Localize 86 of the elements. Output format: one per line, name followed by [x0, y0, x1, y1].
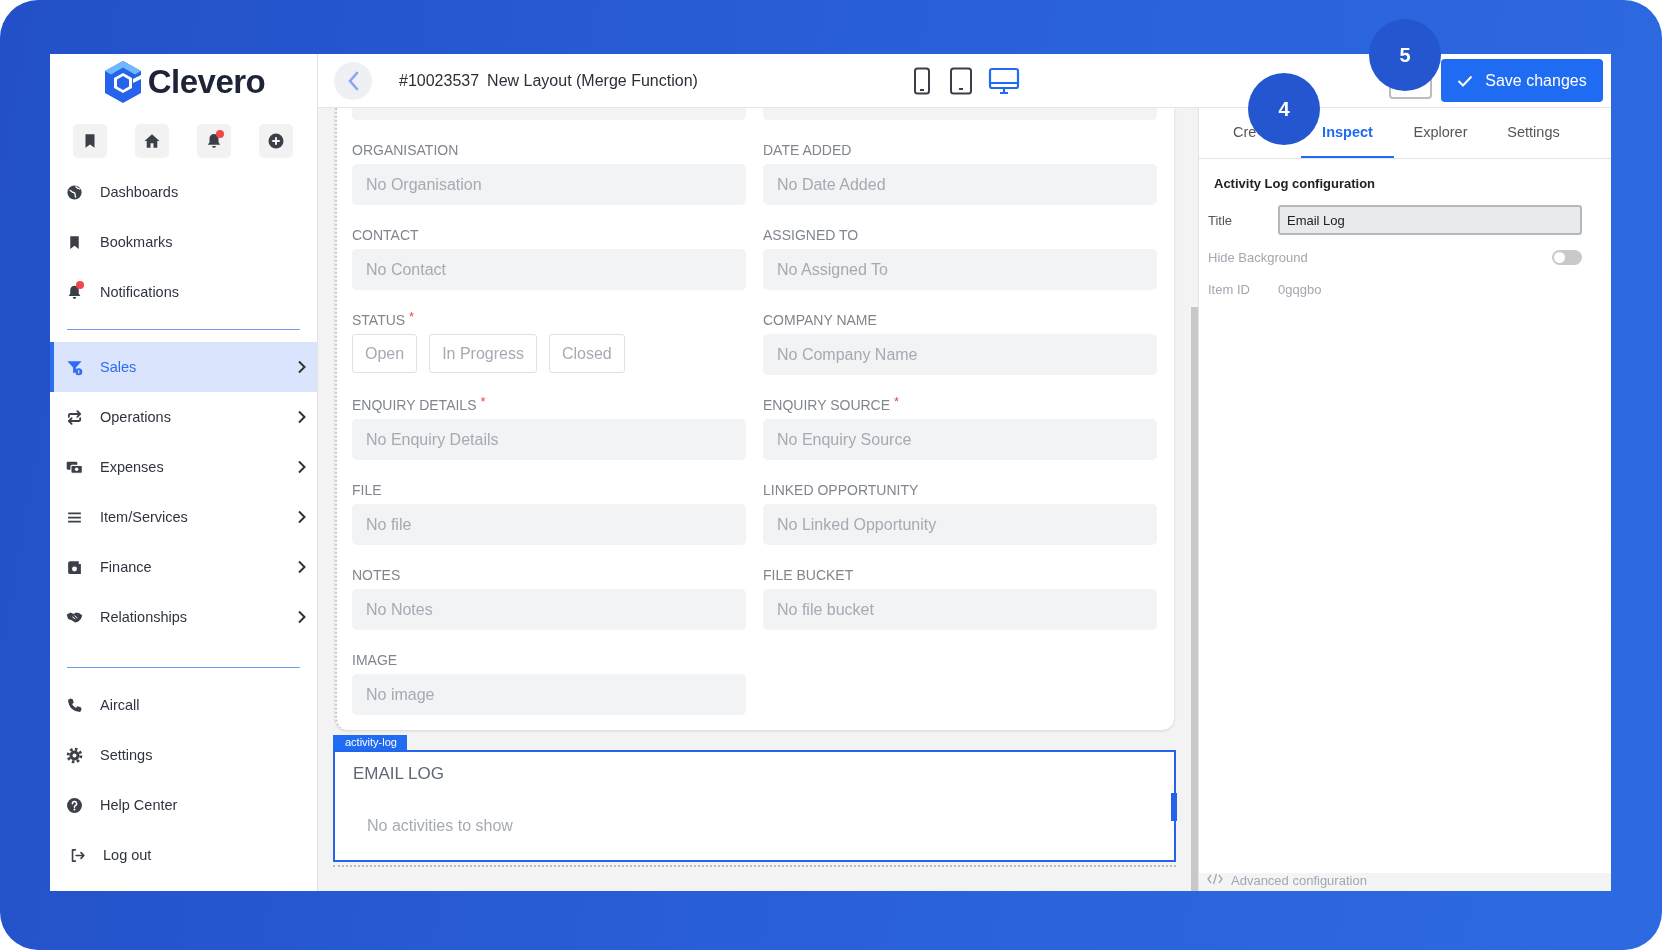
sidebar-item[interactable]: Help Center — [50, 780, 317, 830]
sidebar-item[interactable]: Log out — [50, 830, 317, 880]
plus-circle-icon — [267, 132, 285, 150]
sidebar-item[interactable]: Aircall — [50, 680, 317, 730]
chevron-right-icon — [297, 510, 307, 524]
chevron-right-icon — [297, 560, 307, 574]
quick-action-button[interactable] — [73, 124, 107, 158]
resize-handle[interactable] — [1171, 793, 1177, 821]
input-field[interactable]: No Organisation — [352, 164, 746, 205]
save-button[interactable]: Save changes — [1441, 59, 1603, 102]
sidebar-item[interactable]: Bookmarks — [50, 217, 317, 267]
item-id-value: 0gqgbo — [1278, 282, 1322, 297]
sidebar-item[interactable]: Relationships — [50, 592, 317, 642]
device-toggle[interactable] — [987, 66, 1020, 95]
chevron-right-icon — [297, 460, 307, 474]
sidebar-item[interactable]: Settings — [50, 730, 317, 780]
bell-icon — [66, 283, 83, 301]
record-id: #10023537 — [399, 71, 480, 90]
layout-title: New Layout (Merge Function) — [487, 71, 698, 90]
chevron-right-icon — [297, 410, 307, 424]
input-field[interactable]: No Enquiry Details — [352, 419, 746, 460]
app-logo-text: Clevero — [147, 63, 266, 101]
bell-icon — [205, 132, 223, 150]
check-icon — [1457, 74, 1474, 87]
quick-action-button[interactable] — [135, 124, 169, 158]
sidebar-item[interactable]: Sales — [50, 342, 317, 392]
globe-icon — [66, 183, 83, 201]
tablet-device-icon — [947, 66, 974, 95]
input-field[interactable]: No file bucket — [763, 589, 1157, 630]
chevron-right-icon — [297, 610, 307, 624]
field-label: Item ID — [1208, 282, 1251, 297]
card-title: EMAIL LOG — [353, 764, 445, 784]
scrollbar[interactable] — [1191, 307, 1198, 891]
arrows-icon — [66, 408, 83, 426]
field-label: NOTES — [352, 566, 401, 585]
empty-message: No activities to show — [367, 817, 514, 835]
desktop-icon — [987, 66, 1020, 95]
title-input[interactable]: Email Log — [1278, 205, 1582, 235]
quick-action-button[interactable] — [259, 124, 293, 158]
home-icon — [143, 132, 161, 150]
funnel-icon — [66, 358, 83, 376]
field-label: CONTACT — [352, 226, 419, 245]
input-field[interactable]: No Enquiry Source — [763, 419, 1157, 460]
phone-icon — [66, 696, 83, 714]
code-icon — [1207, 873, 1223, 885]
sidebar-item[interactable]: Dashboards — [50, 167, 317, 217]
field-label: LINKED OPPORTUNITY — [763, 481, 919, 500]
activity-log-card[interactable]: EMAIL LOG No activities to show — [333, 750, 1176, 862]
input-field[interactable]: No Company Name — [763, 334, 1157, 375]
settings-icon — [66, 746, 83, 764]
help-icon — [66, 796, 83, 814]
input-field[interactable]: No Assigned To — [763, 249, 1157, 290]
sidebar-item[interactable]: Notifications — [50, 267, 317, 317]
sidebar-item[interactable]: Operations — [50, 392, 317, 442]
input-field[interactable]: No image — [352, 674, 746, 715]
chevron-right-icon — [297, 360, 307, 374]
input-field[interactable]: No Date Added — [763, 164, 1157, 205]
quick-action-button[interactable] — [197, 124, 231, 158]
sidebar-item[interactable]: Item/Services — [50, 492, 317, 542]
input-field[interactable] — [352, 108, 746, 120]
section-title: Activity Log configuration — [1214, 176, 1377, 191]
component-tag: activity-log — [333, 735, 407, 750]
field-label: DATE ADDED — [763, 141, 852, 160]
panel-tab[interactable]: Settings — [1487, 108, 1580, 158]
field-label: Title — [1208, 212, 1234, 228]
sidebar-item[interactable]: Finance — [50, 542, 317, 592]
field-label: IMAGE — [352, 651, 398, 670]
input-field[interactable]: No Contact — [352, 249, 746, 290]
field-label: Hide Background — [1208, 250, 1309, 265]
field-label: FILE — [352, 481, 382, 500]
input-field[interactable]: No Linked Opportunity — [763, 504, 1157, 545]
wallet-icon — [66, 558, 83, 576]
logout-icon — [69, 846, 86, 864]
field-label: ORGANISATION — [352, 141, 459, 160]
field-label: ASSIGNED TO — [763, 226, 859, 245]
device-toggle[interactable] — [947, 66, 974, 95]
step-marker-tooltip: 5 — [1369, 19, 1441, 91]
chevron-left-icon — [347, 70, 359, 91]
field-label: FILE BUCKET — [763, 566, 854, 585]
input-field[interactable] — [763, 108, 1157, 120]
panel-tab[interactable]: Explorer — [1394, 108, 1487, 158]
input-field[interactable]: No file — [352, 504, 746, 545]
sidebar-item[interactable]: Expenses — [50, 442, 317, 492]
field-label: COMPANY NAME — [763, 311, 877, 330]
toggle-switch[interactable] — [1552, 250, 1582, 265]
input-field[interactable]: No Notes — [352, 589, 746, 630]
